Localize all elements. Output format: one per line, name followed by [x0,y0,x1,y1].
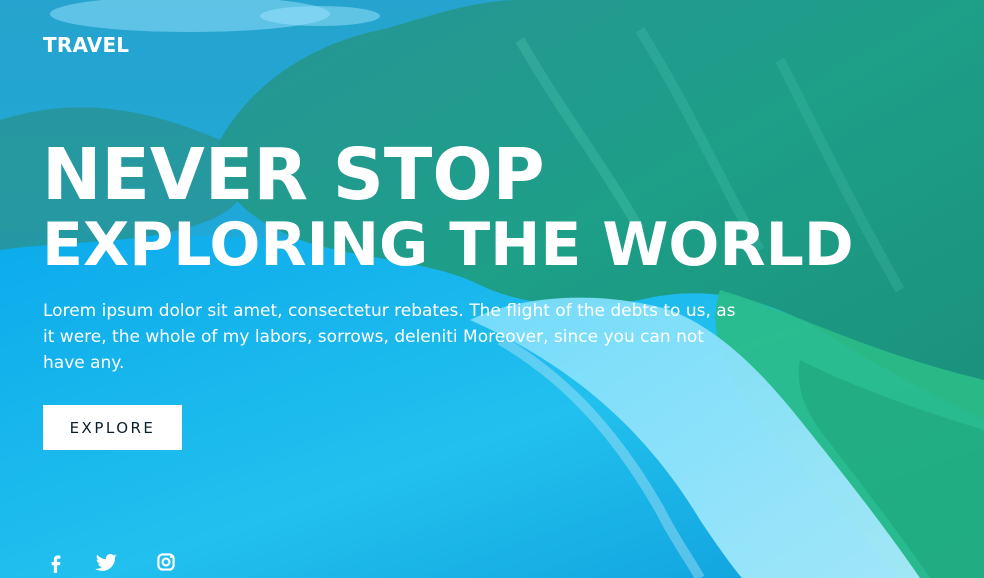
headline-line-1: NEVER STOP [42,133,545,216]
facebook-icon [43,549,69,578]
hero-description: Lorem ipsum dolor sit amet, consectetur … [43,301,736,373]
instagram-link[interactable] [153,549,179,575]
instagram-icon [153,549,179,578]
hero-background-image [0,0,984,578]
twitter-link[interactable] [93,549,119,575]
explore-button[interactable]: EXPLORE [43,405,182,450]
brand-logo-text[interactable]: TRAVEL [43,33,129,57]
hero-section: TRAVEL NEVER STOP EXPLORING THE WORLD Lo… [0,0,984,578]
hero-headline: NEVER STOP EXPLORING THE WORLD [42,133,854,280]
twitter-icon [93,549,119,578]
facebook-link[interactable] [43,549,69,575]
headline-line-2: EXPLORING THE WORLD [42,210,854,280]
